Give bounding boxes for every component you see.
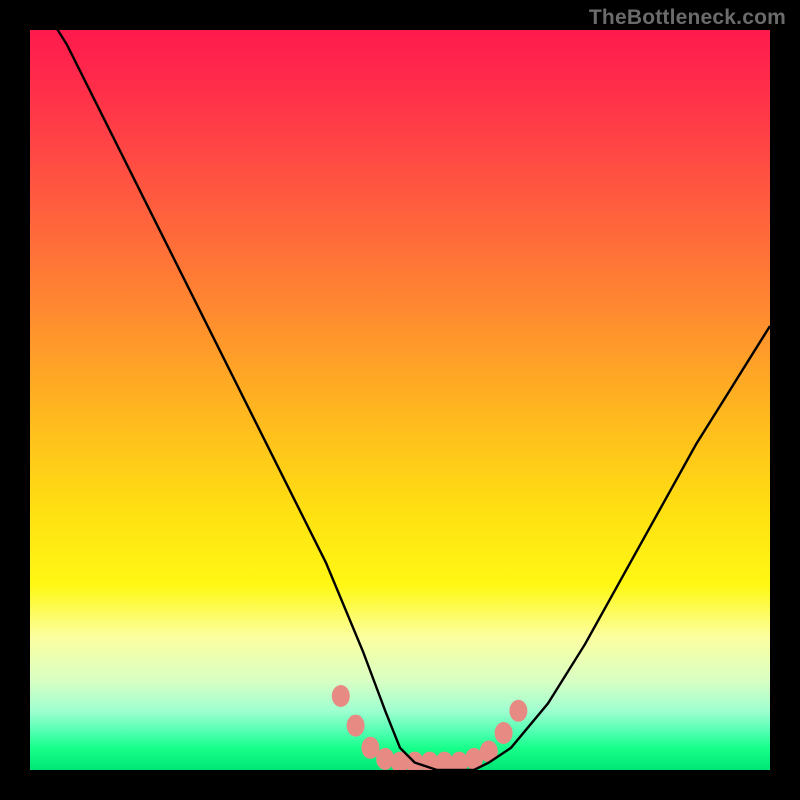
chart-frame: TheBottleneck.com <box>0 0 800 800</box>
highlight-dot <box>495 722 513 744</box>
plot-area <box>30 30 770 770</box>
curve-layer <box>30 30 770 770</box>
highlight-dot <box>347 715 365 737</box>
highlight-dot <box>332 685 350 707</box>
bottleneck-curve <box>30 30 770 770</box>
highlight-dot <box>509 700 527 722</box>
highlight-dot <box>376 748 394 770</box>
watermark-text: TheBottleneck.com <box>589 6 786 30</box>
